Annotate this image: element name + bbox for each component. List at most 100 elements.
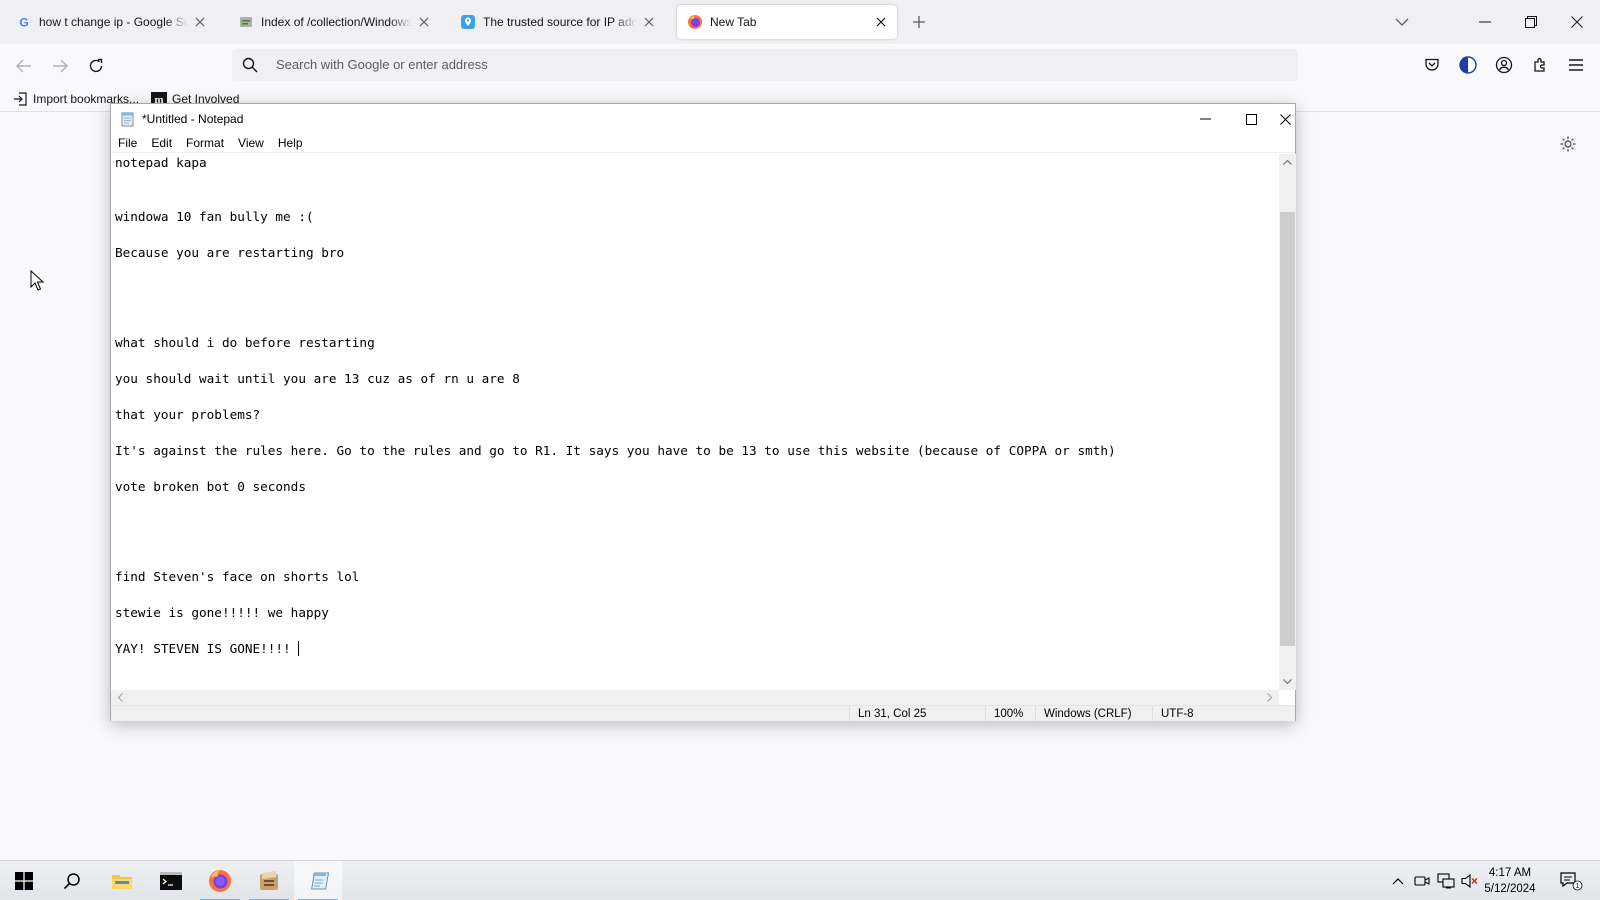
minimize-icon[interactable] [1182,104,1228,134]
text-line: It's against the rules here. Go to the r… [115,443,1116,458]
text-line [115,316,1275,334]
scroll-up-icon[interactable] [1279,154,1296,171]
meet-now-icon[interactable] [1412,871,1432,891]
notepad-statusbar: Ln 31, Col 25 100% Windows (CRLF) UTF-8 [111,705,1295,722]
text-line [115,280,1275,298]
account-icon[interactable] [1492,53,1516,77]
address-placeholder[interactable]: Search with Google or enter address [276,57,488,72]
start-button[interactable] [0,861,48,900]
tab-ip-source[interactable]: The trusted source for IP address [450,5,665,39]
notepad-window[interactable]: *Untitled - Notepad File Edit Format Vie… [110,103,1296,722]
terminal-icon [160,872,182,890]
menu-edit[interactable]: Edit [151,136,172,150]
text-line [115,352,1275,370]
tab-archive-index[interactable]: Index of /collection/Windows 8 [228,5,440,39]
close-icon[interactable] [416,14,432,30]
taskbar-search-button[interactable] [48,861,96,900]
text-caret [298,641,300,656]
firefox-icon [208,869,232,893]
system-clock[interactable]: 4:17 AM 5/12/2024 [1470,865,1550,897]
taskbar-archive-app[interactable] [245,861,293,900]
tab-google-search[interactable]: G how t change ip - Google Search [6,5,216,39]
text-line: you should wait until you are 13 cuz as … [115,371,520,386]
search-icon [63,872,81,890]
menu-view[interactable]: View [238,136,264,150]
notification-center-icon[interactable]: 1 [1557,871,1585,891]
text-line [115,262,1275,280]
notification-count: 1 [1576,883,1580,890]
notepad-menubar: File Edit Format View Help [111,134,1295,153]
show-hidden-icons-icon[interactable] [1388,871,1408,891]
text-line [115,388,1275,406]
restore-icon[interactable] [1508,0,1554,44]
scroll-right-icon[interactable] [1262,690,1277,705]
text-line: what should i do before restarting [115,335,375,350]
close-icon[interactable] [1274,104,1296,134]
forward-arrow-icon[interactable] [46,52,74,80]
close-icon[interactable] [873,14,889,30]
dark-mode-extension-icon[interactable] [1456,53,1480,77]
gear-icon[interactable] [1558,134,1578,154]
windows-taskbar: 4:17 AM 5/12/2024 1 [0,860,1600,900]
scroll-down-icon[interactable] [1279,673,1296,690]
chevron-down-icon[interactable] [1392,12,1412,32]
encoding: UTF-8 [1152,706,1277,722]
browser-tab-strip: G how t change ip - Google Search Index … [0,0,1600,44]
plus-icon[interactable] [909,12,929,32]
tab-title: New Tab [710,15,757,29]
notepad-icon [307,870,329,892]
archive-app-icon [258,870,280,892]
taskbar-firefox[interactable] [196,861,244,900]
address-bar[interactable]: Search with Google or enter address [232,49,1298,81]
search-icon [242,57,258,73]
scroll-left-icon[interactable] [113,690,128,705]
network-icon[interactable] [1436,871,1456,891]
text-line [115,460,1275,478]
close-icon[interactable] [192,14,208,30]
notepad-icon [120,111,136,127]
text-line [115,622,1275,640]
notepad-titlebar[interactable]: *Untitled - Notepad [111,104,1295,134]
archive-icon [238,14,254,30]
text-line [115,550,1275,568]
taskbar-terminal[interactable] [147,861,195,900]
notepad-title: *Untitled - Notepad [142,112,244,126]
clock-date: 5/12/2024 [1484,883,1536,895]
maximize-icon[interactable] [1228,104,1274,134]
menu-file[interactable]: File [118,136,137,150]
vertical-scrollbar[interactable] [1279,154,1296,690]
minimize-icon[interactable] [1462,0,1508,44]
text-line: Because you are restarting bro [115,245,345,260]
taskbar-notepad[interactable] [294,861,342,900]
notepad-text-area[interactable]: notepad kapa windowa 10 fan bully me :( Be… [111,154,1279,690]
text-line [115,424,1275,442]
text-line [115,190,1275,208]
menu-format[interactable]: Format [186,136,224,150]
file-explorer-icon [111,872,133,890]
text-line [115,226,1275,244]
zoom-level: 100% [985,706,1035,722]
svg-text:G: G [19,16,28,30]
clock-time: 4:17 AM [1488,867,1532,879]
scrollbar-thumb[interactable] [1280,212,1295,646]
menu-icon[interactable] [1564,53,1588,77]
pocket-icon[interactable] [1420,53,1444,77]
menu-help[interactable]: Help [278,136,303,150]
text-line: windowa 10 fan bully me :( [115,209,314,224]
text-line: find Steven's face on shorts lol [115,569,360,584]
text-line: that your problems? [115,407,261,422]
extensions-icon[interactable] [1528,53,1552,77]
tab-title: The trusted source for IP address [483,15,637,29]
import-icon [12,91,28,107]
taskbar-file-explorer[interactable] [98,861,146,900]
mouse-cursor-icon [30,269,46,292]
tab-new-tab[interactable]: New Tab [677,5,897,39]
close-icon[interactable] [641,14,657,30]
back-arrow-icon[interactable] [10,52,38,80]
text-line: notepad kapa [115,155,207,170]
horizontal-scrollbar[interactable] [111,690,1279,705]
text-line [115,532,1275,550]
reload-icon[interactable] [82,52,110,80]
text-line: stewie is gone!!!!! we happy [115,605,329,620]
close-icon[interactable] [1554,0,1600,44]
